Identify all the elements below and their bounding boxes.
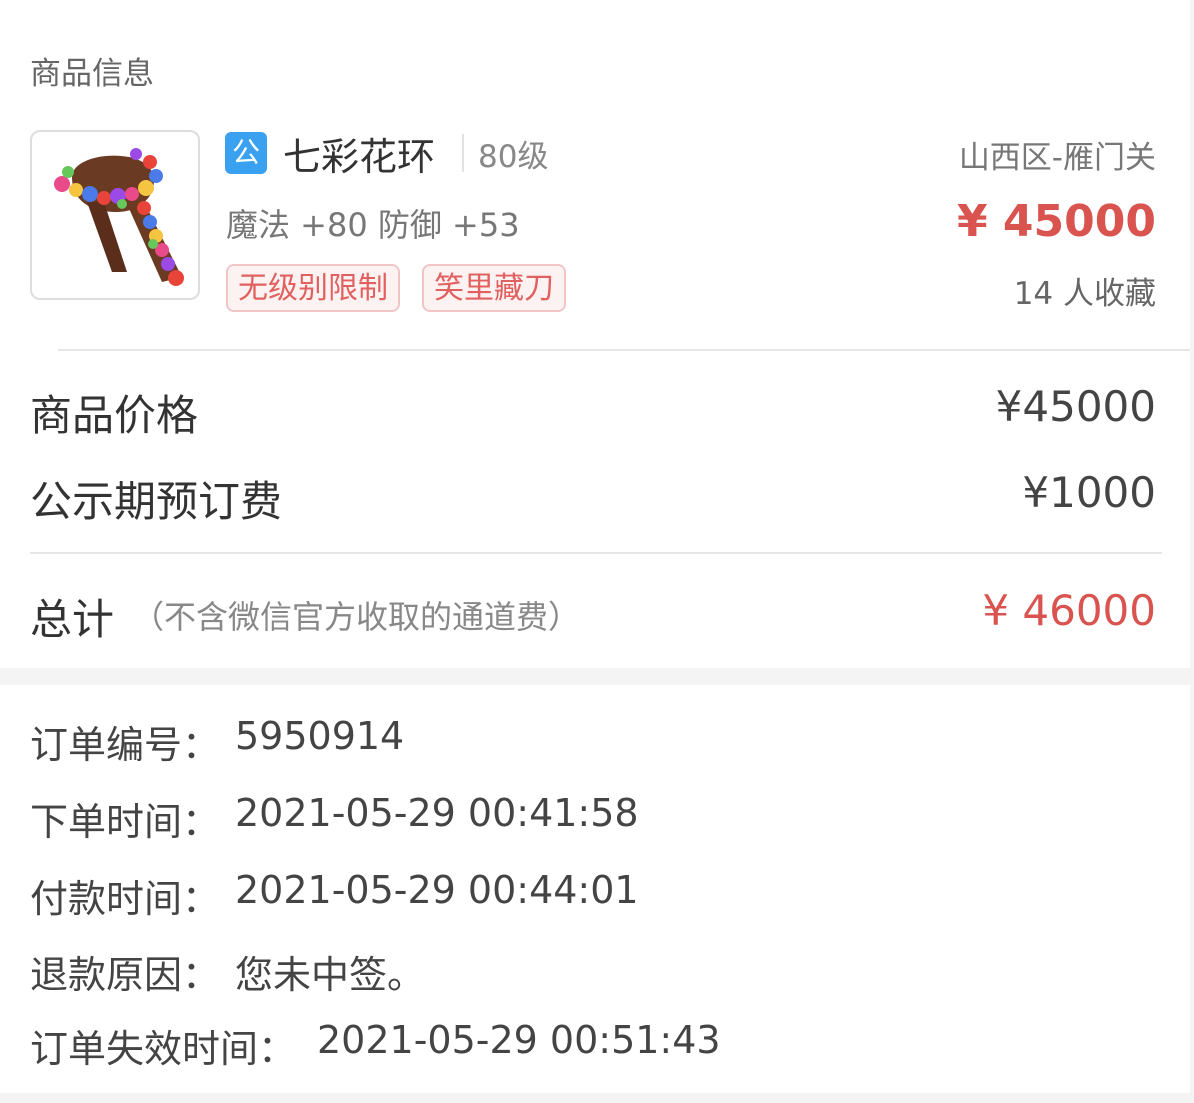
tag-no-level-limit: 无级别限制: [226, 264, 400, 312]
order-time-label: 下单时间：: [30, 800, 221, 844]
server-name: 山西区-雁门关: [958, 140, 1156, 176]
order-expiry-label: 订单失效时间：: [30, 1027, 297, 1071]
order-expiry-value: 2021-05-29 00:51:43: [317, 1018, 721, 1062]
divider: [30, 552, 1162, 554]
total-label: 总计: [30, 595, 115, 644]
item-thumbnail[interactable]: [30, 130, 200, 300]
section-title: 商品信息: [30, 56, 154, 92]
item-price: ¥ 45000: [956, 196, 1156, 247]
name-divider: [462, 134, 464, 172]
order-number-label: 订单编号：: [30, 723, 221, 767]
price-value: ¥45000: [995, 382, 1156, 431]
item-level: 80级: [478, 139, 549, 175]
divider: [58, 349, 1190, 351]
payment-time-label: 付款时间：: [30, 877, 221, 921]
favorite-count: 14 人收藏: [1013, 276, 1156, 312]
price-label: 商品价格: [30, 391, 199, 440]
product-card: 商品信息 公 七彩花环 80级 魔法 +80 防御 +53 无级别限制 笑里藏刀…: [0, 0, 1190, 668]
payment-time-value: 2021-05-29 00:44:01: [235, 868, 639, 912]
item-name[interactable]: 七彩花环: [283, 126, 435, 181]
item-stats: 魔法 +80 防御 +53: [226, 206, 520, 244]
reservation-fee-label: 公示期预订费: [30, 477, 283, 526]
flower-garland-icon: [54, 148, 184, 286]
total-value: ¥ 46000: [982, 586, 1156, 635]
order-number-value: 5950914: [235, 714, 405, 758]
tag-skill: 笑里藏刀: [422, 264, 566, 312]
reservation-fee-value: ¥1000: [1022, 468, 1156, 517]
refund-reason-label: 退款原因：: [30, 953, 221, 997]
refund-reason-value: 您未中签。: [235, 953, 426, 997]
public-badge: 公: [225, 132, 267, 174]
order-time-value: 2021-05-29 00:41:58: [235, 791, 639, 835]
total-note: （不含微信官方收取的通道费）: [132, 598, 581, 636]
